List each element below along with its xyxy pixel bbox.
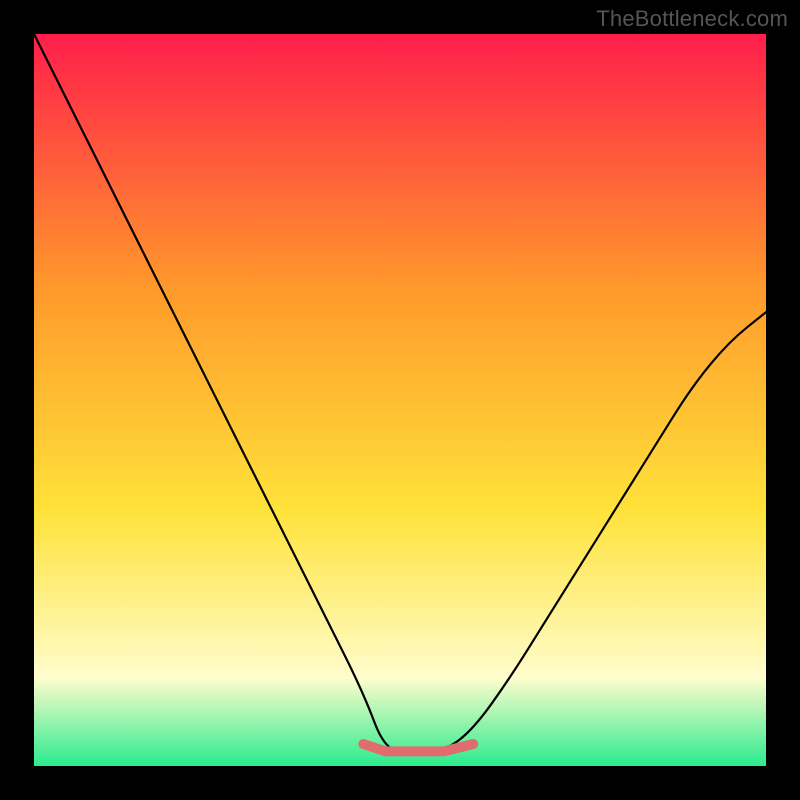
plot-area [34, 34, 766, 766]
watermark-text: TheBottleneck.com [596, 6, 788, 32]
chart-svg [34, 34, 766, 766]
gradient-background [34, 34, 766, 766]
chart-frame: TheBottleneck.com [0, 0, 800, 800]
